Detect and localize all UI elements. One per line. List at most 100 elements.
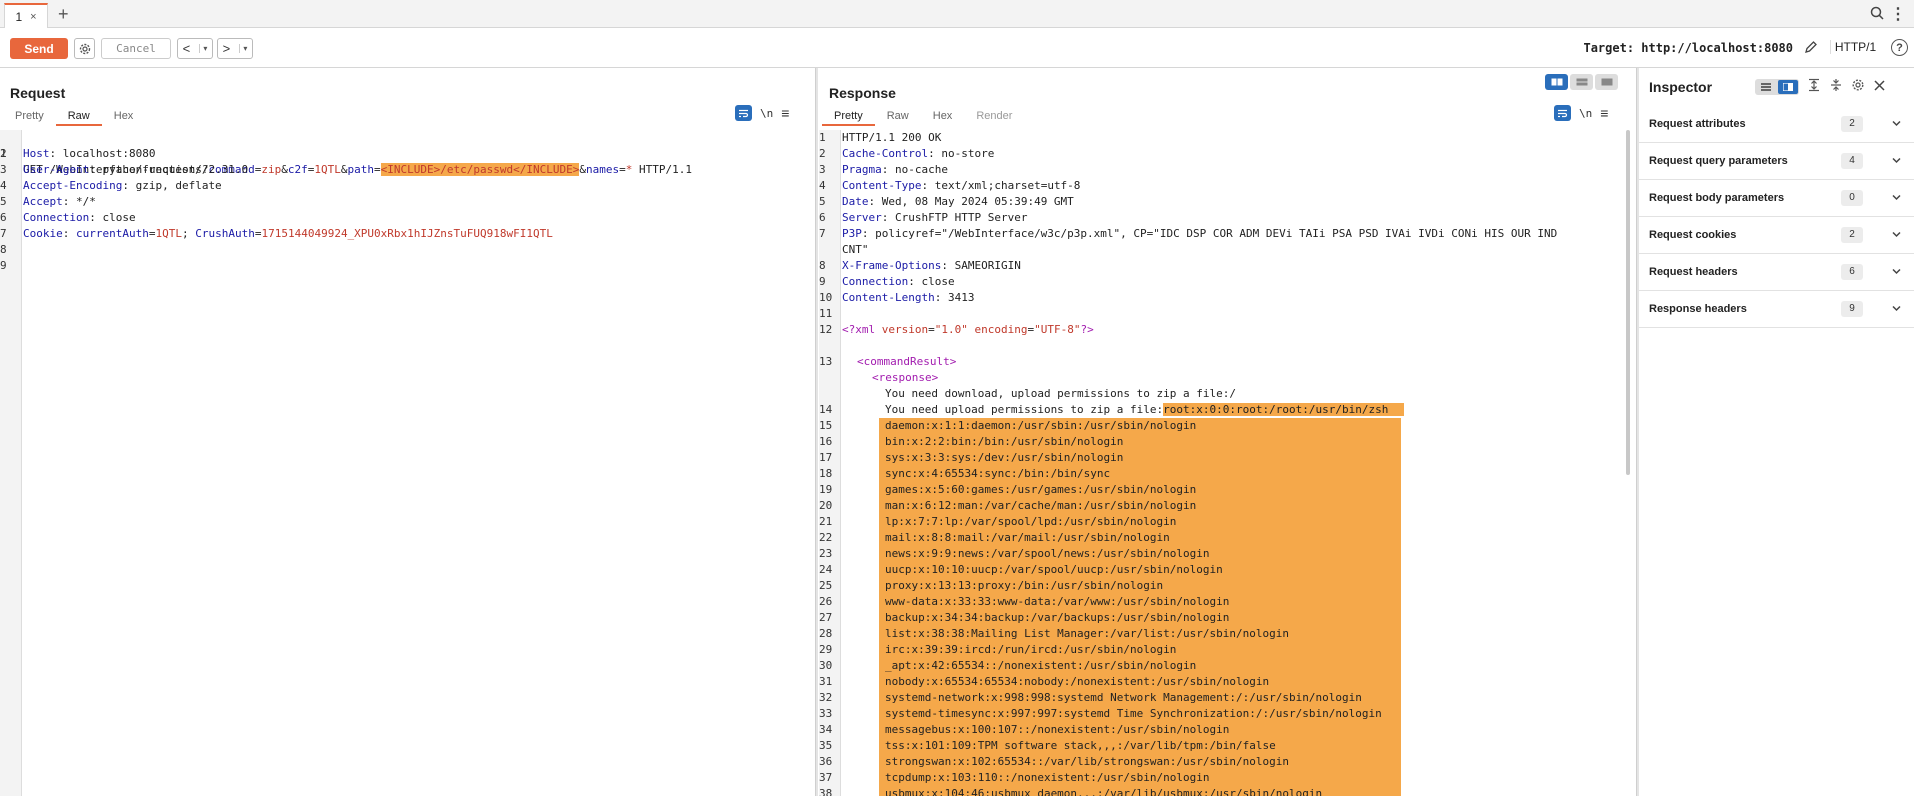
response-tabs: Pretty Raw Hex Render <box>822 108 1024 126</box>
request-editor[interactable]: 1 GET /WebInterface/function/?command=zi… <box>0 130 805 274</box>
response-line: 14 You need upload permissions to zip a f… <box>819 402 1624 418</box>
back-button[interactable]: < ▾ <box>177 38 213 59</box>
response-scrollbar[interactable] <box>1626 130 1630 475</box>
xml-attr: version <box>881 323 929 336</box>
highlighted-passwd-line: tcpdump:x:103:110::/nonexistent:/usr/sbi… <box>879 770 1401 786</box>
tab-render[interactable]: Render <box>964 108 1024 126</box>
panel-view-icon[interactable] <box>1778 79 1798 94</box>
line-number: 38 <box>819 787 833 796</box>
xml-attr: encoding <box>974 323 1028 336</box>
line-number: 34 <box>819 723 833 736</box>
inspector-section[interactable]: Request cookies 2 <box>1639 217 1914 254</box>
header-name: Pragma <box>842 163 882 176</box>
search-icon[interactable] <box>1870 6 1884 23</box>
forward-button[interactable]: > ▾ <box>217 38 253 59</box>
layout-tabs-icon[interactable] <box>1595 74 1618 90</box>
line-number: 22 <box>819 531 833 544</box>
highlighted-passwd-line: usbmux:x:104:46:usbmux daemon,,,:/var/li… <box>879 786 1401 796</box>
chevron-down-icon[interactable] <box>1891 303 1902 317</box>
help-icon[interactable]: ? <box>1891 39 1908 56</box>
expand-icon[interactable] <box>1807 78 1821 95</box>
collapse-icon[interactable] <box>1829 78 1843 95</box>
tab-hex[interactable]: Hex <box>102 108 146 126</box>
tab-hex[interactable]: Hex <box>921 108 965 126</box>
tab-raw[interactable]: Raw <box>55 108 102 126</box>
back-dropdown-icon[interactable]: ▾ <box>199 44 207 53</box>
header-value: CrushFTP HTTP Server <box>888 211 1028 224</box>
header-name: Content-Type <box>842 179 922 192</box>
gear-icon[interactable] <box>1851 78 1865 95</box>
menu-icon[interactable]: ≡ <box>1600 105 1608 121</box>
response-editor[interactable]: 1 HTTP/1.1 200 OK 2 Cache-Control: no-stor… <box>819 130 1624 796</box>
line-number: 32 <box>819 691 833 704</box>
tab-pretty[interactable]: Pretty <box>822 108 875 126</box>
response-line: 26 www-data:x:33:33:www-data:/var/www:/us… <box>819 594 1624 610</box>
header-name: User-Agent <box>23 163 90 176</box>
tab-1[interactable]: 1 × <box>4 3 48 28</box>
line-number: 25 <box>819 579 833 592</box>
pencil-icon[interactable] <box>1804 40 1818 57</box>
line-number: 3 <box>0 163 7 176</box>
panel-divider[interactable] <box>815 68 818 796</box>
inspector-section-label: Request headers <box>1649 266 1738 278</box>
line-number: 11 <box>819 307 833 320</box>
response-line: <response> <box>819 370 1624 386</box>
chevron-down-icon[interactable] <box>1891 118 1902 132</box>
response-line: 28 list:x:38:38:Mailing List Manager:/var… <box>819 626 1624 642</box>
add-tab-icon[interactable]: + <box>58 4 69 24</box>
protocol-label[interactable]: HTTP/1 <box>1830 40 1880 54</box>
newline-toggle[interactable]: \n <box>760 107 773 120</box>
header-name: P3P <box>842 227 862 240</box>
response-line <box>819 338 1624 354</box>
highlighted-passwd-line: _apt:x:42:65534::/nonexistent:/usr/sbin/… <box>879 658 1401 674</box>
line-number: 37 <box>819 771 833 784</box>
request-tabs: Pretty Raw Hex <box>3 108 145 126</box>
tab-close-icon[interactable]: × <box>30 11 36 23</box>
highlighted-passwd-line: proxy:x:13:13:proxy:/bin:/usr/sbin/nolog… <box>879 578 1401 594</box>
inspector-layout-toggle[interactable] <box>1755 78 1799 95</box>
request-line: 9 <box>0 258 805 274</box>
tab-pretty[interactable]: Pretty <box>3 108 56 126</box>
count-badge: 6 <box>1841 264 1863 280</box>
list-view-icon[interactable] <box>1756 80 1776 94</box>
tab-raw[interactable]: Raw <box>875 108 921 126</box>
layout-side-by-side-icon[interactable] <box>1545 74 1568 90</box>
response-line: 7 P3P: policyref="/WebInterface/w3c/p3p.x… <box>819 227 1558 240</box>
cookie-value: 1QTL <box>155 227 182 240</box>
line-number: 6 <box>0 211 7 224</box>
request-line: 6 Connection: close <box>0 211 136 224</box>
wrap-icon[interactable] <box>1554 105 1571 121</box>
chevron-down-icon[interactable] <box>1891 192 1902 206</box>
inspector-section[interactable]: Response headers 9 <box>1639 291 1914 328</box>
response-line: 32 systemd-network:x:998:998:systemd Netw… <box>819 690 1624 706</box>
inspector-section-label: Request cookies <box>1649 229 1737 241</box>
header-name: Connection <box>842 275 909 288</box>
layout-toggle-icon[interactable] <box>1545 74 1618 90</box>
newline-toggle[interactable]: \n <box>1579 107 1592 120</box>
line-number: 6 <box>819 211 826 224</box>
send-button[interactable]: Send <box>10 38 68 59</box>
wrap-icon[interactable] <box>735 105 752 121</box>
layout-stacked-icon[interactable] <box>1570 74 1593 90</box>
chevron-down-icon[interactable] <box>1891 229 1902 243</box>
inspector-section[interactable]: Request attributes 2 <box>1639 106 1914 143</box>
line-number: 23 <box>819 547 833 560</box>
line-number: 29 <box>819 643 833 656</box>
line-number: 7 <box>0 227 7 240</box>
inspector-section[interactable]: Request query parameters 4 <box>1639 143 1914 180</box>
chevron-down-icon[interactable] <box>1891 155 1902 169</box>
menu-icon[interactable]: ≡ <box>781 105 789 121</box>
cancel-button[interactable]: Cancel <box>101 38 171 59</box>
xml-tag: <response> <box>872 371 939 384</box>
chevron-down-icon[interactable] <box>1891 266 1902 280</box>
header-value: policyref="/WebInterface/w3c/p3p.xml", C… <box>868 227 1558 240</box>
gear-icon[interactable] <box>74 38 95 59</box>
inspector-section[interactable]: Request headers 6 <box>1639 254 1914 291</box>
line-number: 35 <box>819 739 833 752</box>
request-tools: \n ≡ <box>735 105 789 121</box>
more-vertical-icon[interactable]: ⋮ <box>1890 4 1906 24</box>
inspector-section-label: Request attributes <box>1649 118 1746 130</box>
close-icon[interactable] <box>1873 79 1886 95</box>
inspector-section[interactable]: Request body parameters 0 <box>1639 180 1914 217</box>
forward-dropdown-icon[interactable]: ▾ <box>239 44 247 53</box>
